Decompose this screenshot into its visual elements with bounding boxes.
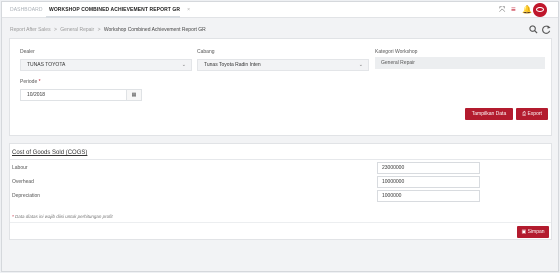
dealer-select[interactable]: TUNAS TOYOTA ⌄: [20, 59, 192, 71]
breadcrumb-separator: >: [97, 27, 101, 33]
dealer-label: Dealer: [20, 49, 35, 55]
depreciation-input[interactable]: 1000000: [377, 190, 480, 202]
filter-panel: Dealer TUNAS TOYOTA ⌄ Cabang Tunas Toyot…: [9, 38, 552, 136]
chevron-down-icon: ⌄: [358, 62, 363, 68]
tampilkan-data-button[interactable]: Tampilkan Data: [465, 108, 513, 120]
tab-label: WORKSHOP COMBINED ACHIEVEMENT REPORT GR: [49, 7, 181, 13]
divider: [10, 222, 551, 223]
kategori-label: Kategori Workshop: [375, 49, 418, 55]
cogs-note: * Data diatas ini wajib diisi untuk perh…: [12, 214, 113, 219]
divider: [10, 159, 551, 160]
save-icon: ▣: [521, 229, 527, 235]
depreciation-label: Depreciation: [12, 193, 41, 199]
menu-icon[interactable]: ≡: [511, 5, 516, 15]
print-icon: ⎙: [522, 111, 527, 117]
dealer-value: TUNAS TOYOTA: [27, 62, 66, 68]
periode-input[interactable]: 10/2018 ▦: [20, 89, 142, 101]
tab-dashboard[interactable]: DASHBOARD: [10, 2, 43, 18]
cogs-panel: Cost of Goods Sold (COGS) Labour 2300000…: [9, 143, 552, 240]
app-window: DASHBOARD WORKSHOP COMBINED ACHIEVEMENT …: [1, 1, 559, 272]
export-button[interactable]: ⎙ Export: [516, 108, 548, 120]
labour-label: Labour: [12, 165, 28, 171]
breadcrumb: Report After Sales > General Repair > Wo…: [10, 27, 206, 33]
periode-value: 10/2018: [27, 92, 46, 98]
export-label: Export: [527, 111, 542, 117]
top-bar: DASHBOARD WORKSHOP COMBINED ACHIEVEMENT …: [2, 2, 558, 18]
calendar-icon[interactable]: ▦: [126, 89, 142, 101]
cabang-value: Tunas Toyota Radin Inten: [204, 62, 261, 68]
refresh-icon[interactable]: [542, 25, 551, 34]
bell-icon[interactable]: 🔔: [522, 5, 532, 15]
active-tab-indicator: [46, 16, 180, 18]
overhead-input[interactable]: 10000000: [377, 176, 480, 188]
toyota-logo-icon[interactable]: [533, 3, 547, 17]
cogs-title: Cost of Goods Sold (COGS): [12, 150, 88, 156]
kategori-field: General Repair: [375, 57, 545, 69]
cabang-label: Cabang: [197, 49, 215, 55]
close-icon[interactable]: ×: [187, 2, 190, 18]
periode-label: Periode *: [20, 79, 41, 85]
labour-input[interactable]: 23000000: [377, 162, 480, 174]
save-label: Simpan: [527, 229, 545, 235]
save-button[interactable]: ▣ Simpan: [517, 226, 549, 238]
breadcrumb-item[interactable]: Report After Sales: [10, 27, 51, 33]
breadcrumb-separator: >: [53, 27, 57, 33]
chevron-down-icon: ⌄: [181, 62, 186, 68]
expand-icon[interactable]: ⤧: [499, 5, 505, 15]
breadcrumb-current: Workshop Combined Achievement Report GR: [103, 27, 206, 33]
search-icon[interactable]: [529, 25, 538, 34]
overhead-label: Overhead: [12, 179, 34, 185]
breadcrumb-item[interactable]: General Repair: [60, 27, 94, 33]
cabang-select[interactable]: Tunas Toyota Radin Inten ⌄: [197, 59, 369, 71]
